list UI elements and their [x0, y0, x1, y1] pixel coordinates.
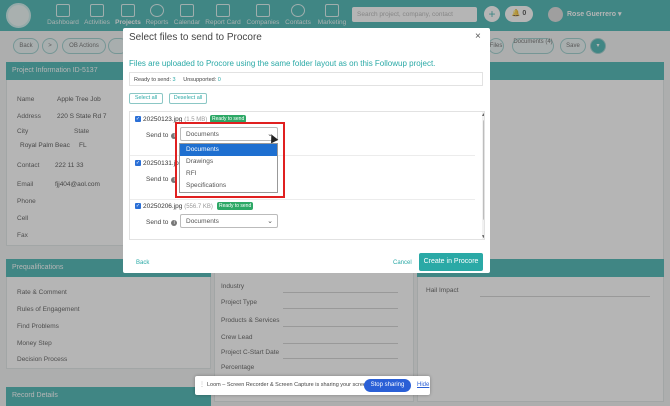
modal-description: Files are uploaded to Procore using the …: [129, 59, 436, 68]
modal-title: Select files to send to Procore: [129, 32, 262, 43]
highlight-box: [175, 122, 285, 198]
stop-sharing-button[interactable]: Stop sharing: [364, 379, 411, 392]
file-size: (556.7 KB): [184, 204, 213, 210]
file-checkbox[interactable]: ✓: [135, 203, 141, 209]
scroll-down-icon[interactable]: ▼: [481, 234, 484, 239]
unsupported-count: 0: [217, 77, 221, 83]
unsupported-label: Unsupported:: [183, 77, 217, 83]
create-in-procore-button[interactable]: Create in Procore: [419, 253, 483, 271]
scrollbar-thumb[interactable]: [483, 120, 484, 220]
send-to-label: Send to i: [146, 176, 178, 183]
loom-sharing-bar: ⋮ Loom – Screen Recorder & Screen Captur…: [195, 376, 430, 395]
destination-select[interactable]: Documents ⌄: [180, 214, 278, 228]
file-checkbox[interactable]: ✓: [135, 160, 141, 166]
send-to-text: Send to: [146, 176, 169, 183]
file-checkbox[interactable]: ✓: [135, 116, 141, 122]
ready-count: 3: [172, 77, 176, 83]
file-name: 20250206.jpg: [143, 203, 183, 210]
modal-cancel-link[interactable]: Cancel: [393, 260, 412, 266]
scroll-up-icon[interactable]: ▲: [481, 112, 484, 118]
file-name-wrap: 20250206.jpg (556.7 KB): [143, 203, 213, 210]
ready-label: Ready to send:: [134, 77, 171, 83]
send-to-label: Send to i: [146, 219, 178, 226]
drag-handle-icon[interactable]: ⋮: [199, 381, 205, 388]
deselect-all-button[interactable]: Deselect all: [169, 93, 207, 104]
chevron-down-icon: ⌄: [267, 218, 273, 225]
send-to-text: Send to: [146, 132, 169, 139]
file-row: ✓ 20250206.jpg (556.7 KB) Ready to send …: [130, 199, 475, 239]
info-icon: i: [171, 220, 178, 226]
status-badge: Ready to send: [217, 202, 254, 210]
modal-back-link[interactable]: Back: [136, 260, 149, 266]
select-value: Documents: [186, 218, 219, 225]
send-to-text: Send to: [146, 219, 169, 226]
status-summary: Ready to send: 3 Unsupported: 0: [129, 72, 483, 86]
close-icon[interactable]: ×: [475, 31, 481, 42]
hide-link[interactable]: Hide: [417, 382, 429, 388]
loom-message: Loom – Screen Recorder & Screen Capture …: [207, 382, 371, 388]
select-all-button[interactable]: Select all: [129, 93, 163, 104]
send-to-label: Send to i: [146, 132, 178, 139]
